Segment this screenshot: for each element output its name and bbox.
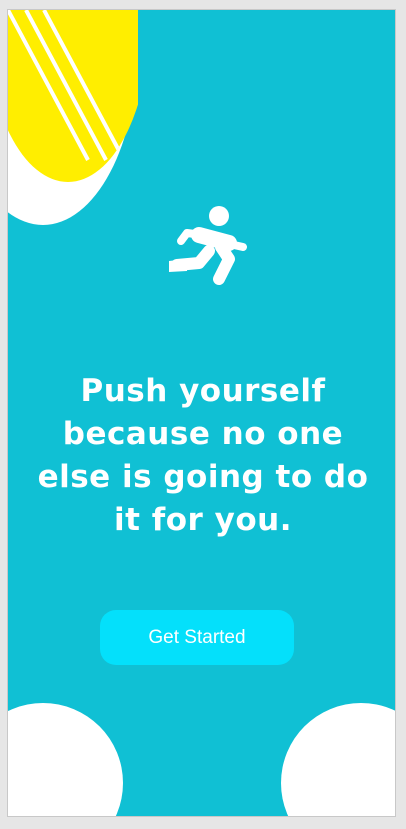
motivational-quote: Push yourself because no one else is goi… [37,373,369,538]
running-person-icon [169,206,247,285]
bottom-right-circle-decoration [281,703,395,816]
get-started-button[interactable]: Get Started [100,610,294,665]
sun-decoration [8,10,138,225]
onboarding-screen: Push yourself because no one else is goi… [7,9,396,817]
bottom-left-circle-decoration [8,703,123,816]
